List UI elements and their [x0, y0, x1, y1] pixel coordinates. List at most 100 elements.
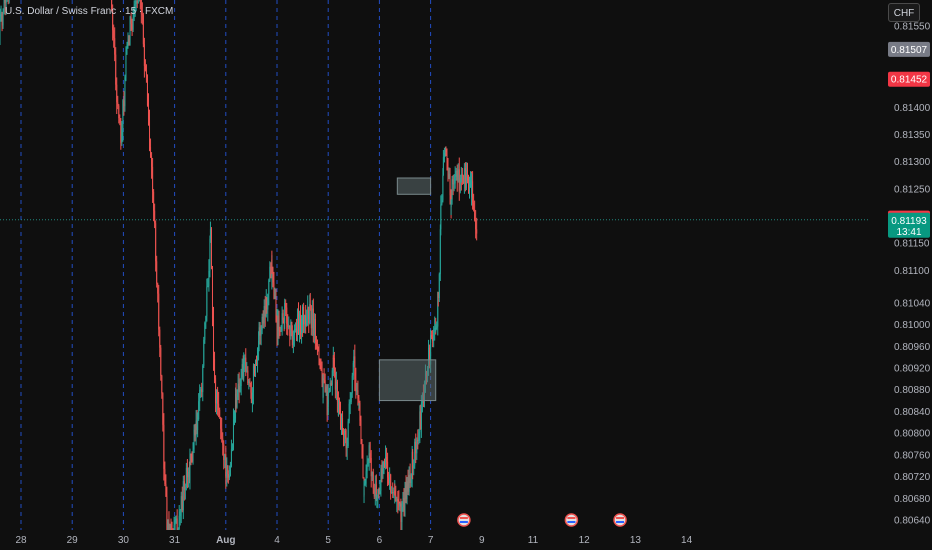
flag-event-2[interactable] [564, 513, 579, 527]
candle-body [355, 379, 357, 392]
candle-body [256, 365, 258, 367]
candle-body [363, 483, 365, 496]
flag-stripe [567, 521, 576, 523]
candle-body [236, 397, 238, 408]
candle-body [122, 100, 124, 131]
candle-body [353, 356, 355, 363]
candle-body [142, 14, 144, 45]
candle-body [326, 386, 328, 416]
candle-body [305, 315, 307, 327]
candle-body [219, 409, 221, 417]
price-series [0, 0, 478, 550]
candle-body [119, 118, 121, 124]
candle-body [153, 191, 155, 211]
candle-body [215, 378, 217, 404]
time-axis[interactable] [0, 530, 868, 550]
flag-icon[interactable] [613, 513, 627, 527]
candle-body [360, 420, 362, 441]
candle-body [438, 274, 440, 299]
candle-body [231, 447, 233, 449]
candle-body [116, 84, 118, 103]
candle-body [118, 105, 120, 119]
candle-body [161, 375, 163, 394]
candle-body [474, 209, 476, 221]
candle-body [228, 475, 230, 478]
candle-body [309, 303, 311, 306]
candle-body [314, 318, 316, 343]
flag-icon[interactable] [564, 513, 579, 527]
candle-body [203, 339, 205, 366]
candle-body [293, 328, 295, 336]
currency-button[interactable]: CHF [888, 3, 920, 22]
candle-body [195, 420, 197, 436]
candlestick-chart[interactable]: 0.81550 0.81400 0.81350 0.81300 0.81250 0.811… [0, 0, 932, 550]
candle-body [182, 481, 184, 511]
candle-body [306, 319, 308, 327]
candle-body [368, 453, 370, 455]
candle-body [288, 325, 290, 328]
lower-zone[interactable] [378, 359, 437, 402]
candle-body [2, 12, 4, 26]
candle-body [162, 393, 164, 425]
candle-body [1, 14, 3, 26]
candle-body [235, 393, 237, 408]
candle-body [471, 181, 473, 197]
candle-body [332, 357, 334, 359]
flag-stripe [459, 521, 468, 523]
candle-body [357, 390, 359, 399]
candle-body [294, 328, 296, 330]
candle-body [226, 465, 228, 478]
candle-body [202, 365, 204, 393]
candle-body [264, 306, 266, 317]
candle-body [455, 170, 457, 176]
candle-body [296, 314, 298, 336]
candle-body [270, 266, 272, 279]
candle-body [435, 327, 437, 331]
candle-body [430, 334, 432, 343]
candle-body [463, 168, 465, 184]
flag-event-1[interactable] [457, 513, 471, 527]
candle-body [298, 314, 300, 331]
candle-body [420, 402, 422, 430]
upper-zone[interactable] [396, 177, 432, 195]
candle-body [384, 464, 386, 466]
candle-body [387, 461, 389, 478]
time-tick-14: 14 [681, 535, 693, 546]
candle-body [154, 210, 156, 224]
flag-event-3[interactable] [613, 513, 627, 527]
candle-body [180, 496, 182, 512]
candle-body [475, 220, 477, 230]
candle-body [171, 529, 173, 531]
candle-body [358, 403, 360, 405]
candle-body [232, 419, 234, 448]
time-tick-31: 31 [169, 535, 181, 546]
candle-body [343, 434, 345, 436]
candle-body [227, 473, 229, 478]
candle-body [415, 441, 417, 454]
candle-body [380, 468, 382, 492]
candle-body [337, 401, 339, 416]
candle-body [179, 511, 181, 516]
candle-body [149, 119, 151, 148]
current-price-label: 0.8119313:41 [888, 212, 930, 238]
price-tick: 0.80880 [894, 385, 931, 396]
candle-body [381, 468, 383, 474]
candle-body [344, 431, 346, 435]
candle-body [333, 357, 335, 373]
price-tick: 0.80840 [894, 407, 931, 418]
flag-icon[interactable] [457, 513, 471, 527]
candle-body [304, 315, 306, 325]
price-tick: 0.80680 [894, 494, 931, 505]
candle-body [336, 381, 338, 402]
candle-body [214, 358, 216, 379]
candle-body [358, 398, 360, 404]
candle-body [342, 417, 344, 435]
chart-root[interactable]: 0.81550 0.81400 0.81350 0.81300 0.81250 0.811… [0, 0, 932, 550]
candle-body [273, 282, 275, 299]
candle-body [388, 477, 390, 484]
price-tick: 0.81300 [894, 157, 931, 168]
candle-body [200, 389, 202, 391]
candle-body [266, 297, 268, 310]
candle-body [126, 45, 128, 55]
candle-body [191, 455, 193, 462]
